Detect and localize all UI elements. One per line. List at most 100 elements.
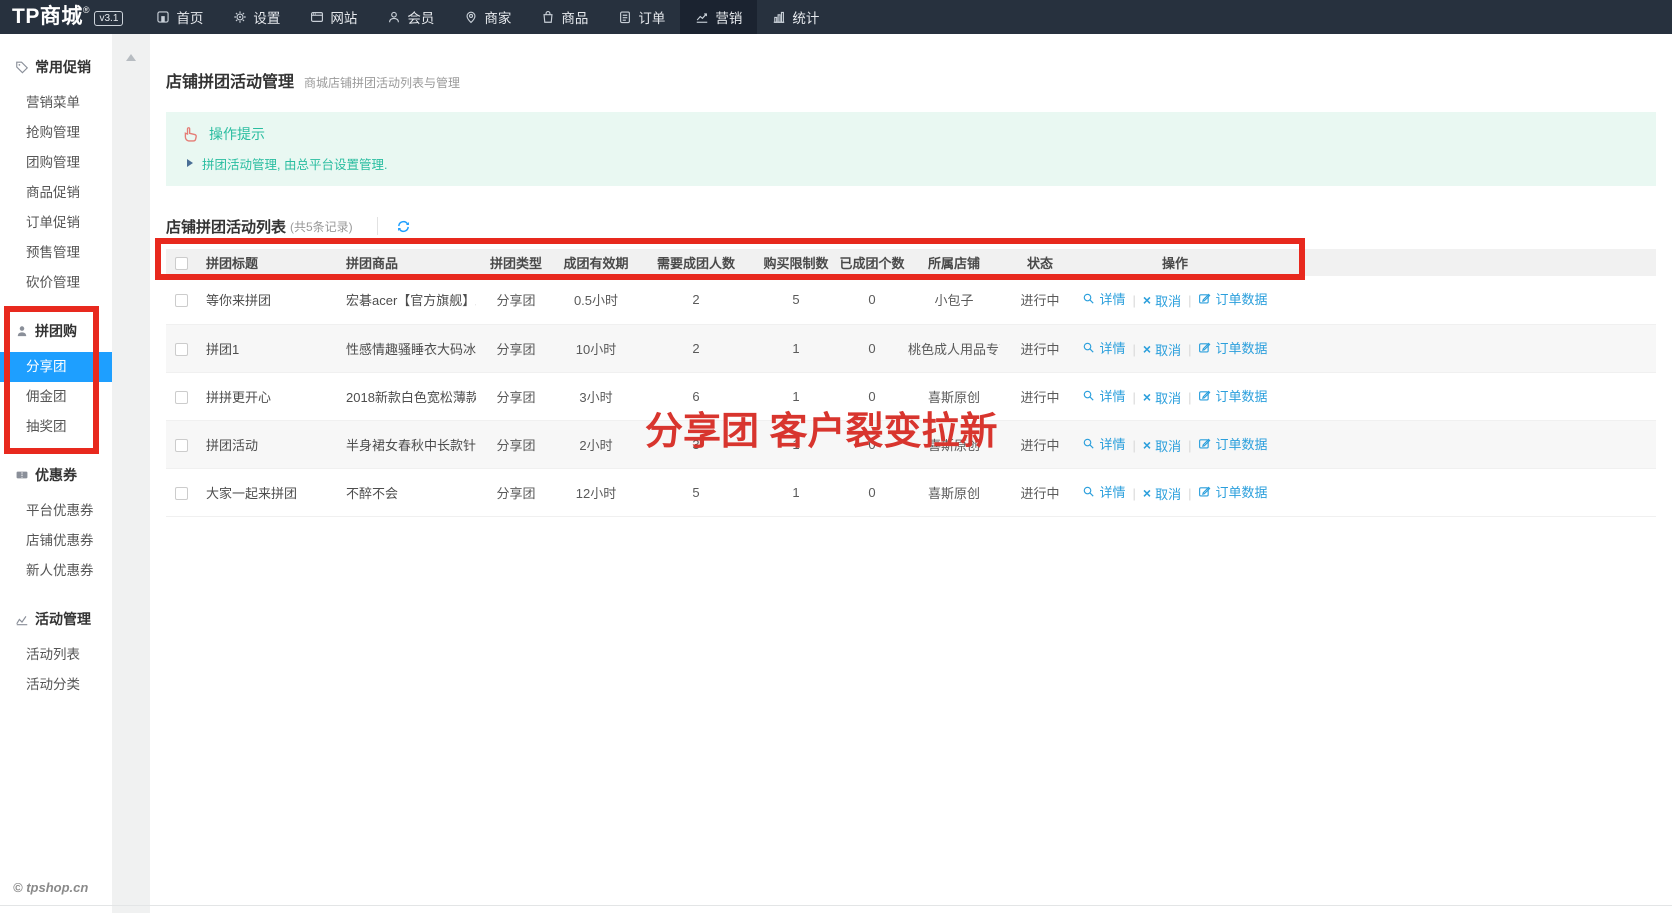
sidebar-item-commission-group[interactable]: 佣金团: [0, 382, 112, 412]
detail-link[interactable]: 详情: [1082, 482, 1125, 501]
sidebar-item-group-purchase[interactable]: 团购管理: [0, 148, 112, 178]
cell-limit: 1: [756, 372, 836, 420]
order-icon: [618, 10, 632, 24]
activity-icon: [15, 612, 29, 626]
cell-title: 拼拼更开心: [206, 372, 346, 420]
detail-link[interactable]: 详情: [1082, 434, 1125, 453]
cell-limit: 1: [756, 420, 836, 468]
sidebar-item-shop-coupon[interactable]: 店铺优惠券: [0, 526, 112, 556]
nav-item-orders[interactable]: 订单: [603, 0, 680, 34]
nav-label: 营销: [715, 7, 742, 27]
marketing-icon: [695, 10, 709, 24]
detail-link[interactable]: 详情: [1082, 386, 1125, 405]
cell-formed: 0: [836, 324, 908, 372]
sidebar-item-activity-list[interactable]: 活动列表: [0, 640, 112, 670]
search-icon: [1082, 437, 1095, 450]
nav-item-marketing[interactable]: 营销: [680, 0, 757, 34]
row-checkbox[interactable]: [175, 294, 188, 307]
detail-link[interactable]: 详情: [1082, 338, 1125, 357]
detail-link[interactable]: 详情: [1082, 289, 1125, 308]
scroll-up-icon[interactable]: [126, 54, 136, 61]
cell-product: 宏碁acer【官方旗舰】蜂...: [346, 276, 476, 324]
cell-status: 进行中: [1000, 276, 1080, 324]
nav-label: 商品: [561, 7, 588, 27]
nav-item-merchant[interactable]: 商家: [449, 0, 526, 34]
order-data-link[interactable]: 订单数据: [1198, 338, 1267, 357]
row-checkbox[interactable]: [175, 487, 188, 500]
edit-icon: [1198, 292, 1211, 305]
sidebar-item-order-promo[interactable]: 订单促销: [0, 208, 112, 238]
sidebar-item-flash-sale[interactable]: 抢购管理: [0, 118, 112, 148]
col-shop: 所属店铺: [908, 249, 1000, 276]
nav-item-website[interactable]: 网站: [295, 0, 372, 34]
nav-item-stats[interactable]: 统计: [757, 0, 834, 34]
coupon-icon: [15, 468, 29, 482]
cell-shop: 小包子: [908, 276, 1000, 324]
version-badge: v3.1: [94, 11, 123, 26]
table-row: 拼团活动 半身裙女春秋中长款针织... 分享团 2小时 3 1 0 喜斯原创 进…: [166, 420, 1656, 468]
hint-title: 操作提示: [209, 124, 265, 144]
nav-label: 网站: [330, 7, 357, 27]
cancel-x-icon: ×: [1143, 439, 1151, 452]
topbar: TP商城 ® v3.1 首页 设置 网站 会员 商家: [0, 0, 1672, 34]
hand-icon: [182, 125, 200, 143]
table-row: 拼团1 性感情趣骚睡衣大码冰丝... 分享团 10小时 2 1 0 桃色成人用品…: [166, 324, 1656, 372]
sidebar-section-activity: 活动管理: [0, 604, 112, 634]
select-all-checkbox[interactable]: [175, 257, 188, 270]
sidebar-item-activity-category[interactable]: 活动分类: [0, 670, 112, 700]
search-icon: [1082, 292, 1095, 305]
sidebar-item-share-group[interactable]: 分享团: [0, 352, 112, 382]
search-icon: [1082, 389, 1095, 402]
order-data-link[interactable]: 订单数据: [1198, 289, 1267, 308]
cancel-x-icon: ×: [1143, 487, 1151, 500]
refresh-button[interactable]: [396, 219, 411, 234]
cancel-link[interactable]: ×取消: [1143, 436, 1181, 455]
search-icon: [1082, 485, 1095, 498]
page-subtitle: 商城店铺拼团活动列表与管理: [304, 74, 460, 91]
hint-box: 操作提示 拼团活动管理, 由总平台设置管理.: [166, 112, 1656, 186]
cell-formed: 0: [836, 372, 908, 420]
cancel-link[interactable]: ×取消: [1143, 484, 1181, 503]
cell-status: 进行中: [1000, 324, 1080, 372]
nav-item-members[interactable]: 会员: [372, 0, 449, 34]
edit-icon: [1198, 389, 1211, 402]
edit-icon: [1198, 341, 1211, 354]
brand-logo[interactable]: TP商城 ® v3.1: [0, 2, 131, 32]
col-product: 拼团商品: [346, 249, 476, 276]
sidebar-item-bargain[interactable]: 砍价管理: [0, 268, 112, 298]
sidebar-item-platform-coupon[interactable]: 平台优惠券: [0, 496, 112, 526]
nav-item-goods[interactable]: 商品: [526, 0, 603, 34]
cell-actions: 详情|×取消|订单数据: [1080, 468, 1270, 516]
cancel-x-icon: ×: [1143, 343, 1151, 356]
sidebar-item-newuser-coupon[interactable]: 新人优惠券: [0, 556, 112, 586]
sidebar-item-goods-promo[interactable]: 商品促销: [0, 178, 112, 208]
search-icon: [1082, 341, 1095, 354]
nav-item-settings[interactable]: 设置: [218, 0, 295, 34]
cell-validity: 12小时: [556, 468, 636, 516]
nav-item-home[interactable]: 首页: [141, 0, 218, 34]
col-actions: 操作: [1080, 249, 1270, 276]
row-checkbox[interactable]: [175, 343, 188, 356]
row-checkbox[interactable]: [175, 439, 188, 452]
row-checkbox[interactable]: [175, 391, 188, 404]
order-data-link[interactable]: 订单数据: [1198, 482, 1267, 501]
col-status: 状态: [1000, 249, 1080, 276]
sidebar-item-presale[interactable]: 预售管理: [0, 238, 112, 268]
order-data-link[interactable]: 订单数据: [1198, 386, 1267, 405]
cell-validity: 10小时: [556, 324, 636, 372]
sidebar-section-label: 优惠券: [35, 465, 77, 485]
cell-type: 分享团: [476, 420, 556, 468]
sidebar-item-marketing-menu[interactable]: 营销菜单: [0, 88, 112, 118]
cancel-link[interactable]: ×取消: [1143, 388, 1181, 407]
members-icon: [387, 10, 401, 24]
sidebar-item-lottery-group[interactable]: 抽奖团: [0, 412, 112, 442]
cancel-link[interactable]: ×取消: [1143, 291, 1181, 310]
cell-actions: 详情|×取消|订单数据: [1080, 276, 1270, 324]
col-formed: 已成团个数: [836, 249, 908, 276]
cancel-link[interactable]: ×取消: [1143, 340, 1181, 359]
cell-actions: 详情|×取消|订单数据: [1080, 420, 1270, 468]
nav-label: 统计: [792, 7, 819, 27]
list-header: 店铺拼团活动列表 (共5条记录): [166, 216, 1656, 236]
hint-item: 拼团活动管理, 由总平台设置管理.: [182, 155, 1640, 171]
order-data-link[interactable]: 订单数据: [1198, 434, 1267, 453]
